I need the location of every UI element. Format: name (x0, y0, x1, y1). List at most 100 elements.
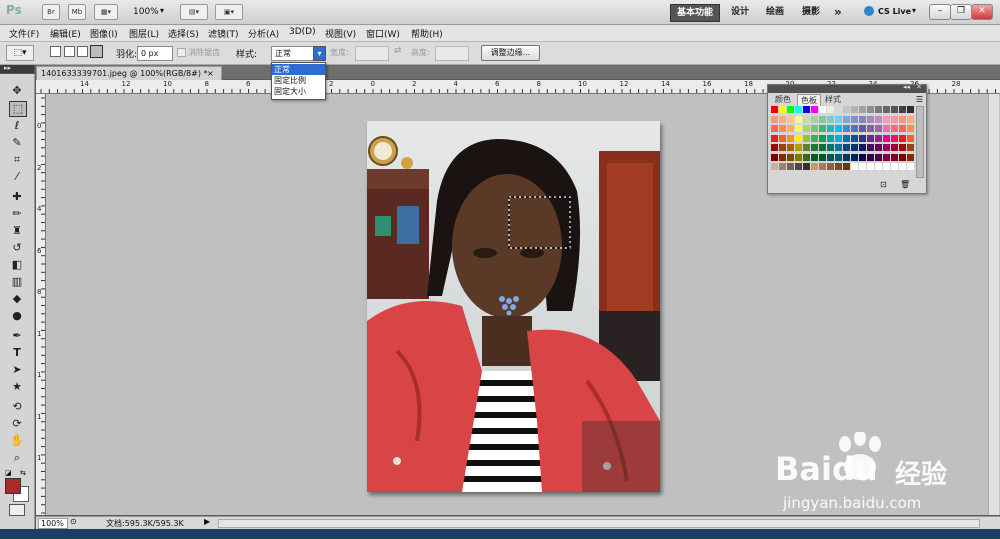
swatch[interactable] (883, 125, 890, 132)
status-zoom-input[interactable]: 100% (38, 518, 68, 529)
swatch[interactable] (811, 106, 818, 113)
document-image[interactable] (367, 121, 660, 492)
foreground-color-swatch[interactable] (5, 478, 21, 494)
swatch[interactable] (827, 153, 834, 161)
swatch[interactable] (843, 163, 850, 170)
swatch[interactable] (851, 144, 858, 151)
swatch[interactable] (827, 134, 834, 142)
swatch[interactable] (875, 115, 882, 123)
swatch[interactable] (835, 115, 842, 123)
menu-filter[interactable]: 滤镜(T) (208, 27, 239, 40)
style-option-fixed-size[interactable]: 固定大小 (272, 86, 325, 97)
swatch[interactable] (835, 153, 842, 161)
swatch[interactable] (851, 106, 858, 113)
swatch[interactable] (891, 106, 898, 113)
close-tab-icon[interactable]: × (207, 67, 214, 80)
menu-analysis[interactable]: 分析(A) (248, 27, 279, 40)
swatch[interactable] (883, 144, 890, 151)
quick-mask-icon[interactable] (9, 504, 25, 516)
swatch[interactable] (811, 163, 818, 170)
swatch[interactable] (779, 153, 786, 161)
swatch[interactable] (803, 115, 810, 123)
swatch[interactable] (787, 134, 794, 142)
swatch[interactable] (827, 163, 834, 170)
swatch[interactable] (867, 115, 874, 123)
swatch[interactable] (891, 144, 898, 151)
close-window-button[interactable]: ✕ (971, 4, 993, 20)
swatch[interactable] (819, 125, 826, 132)
swatch[interactable] (891, 125, 898, 132)
zoom-tool-icon[interactable]: ⌕ (9, 451, 25, 465)
swap-colors-icon[interactable]: ⇆ (20, 469, 26, 477)
default-colors-icon[interactable]: ◪ (5, 469, 12, 477)
swatch[interactable] (859, 144, 866, 151)
delete-swatch-icon[interactable]: 🗑 (900, 180, 910, 189)
swatch[interactable] (859, 153, 866, 161)
hand-tool-icon[interactable]: ✋ (9, 434, 25, 448)
status-menu-arrow-icon[interactable]: ▶ (204, 517, 210, 526)
swatch[interactable] (811, 153, 818, 161)
tab-color[interactable]: 颜色 (772, 94, 794, 105)
swatch[interactable] (803, 144, 810, 151)
width-input[interactable] (355, 46, 389, 61)
swatches-scrollbar[interactable] (916, 106, 924, 178)
swatch[interactable] (803, 125, 810, 132)
swatch[interactable] (771, 125, 778, 132)
swatch[interactable] (843, 115, 850, 123)
swatch[interactable] (843, 106, 850, 113)
lasso-tool-icon[interactable]: ℓ (9, 119, 25, 133)
swatch[interactable] (851, 125, 858, 132)
swatch[interactable] (891, 153, 898, 161)
swatch[interactable] (851, 115, 858, 123)
swatch[interactable] (835, 163, 842, 170)
swatch[interactable] (867, 153, 874, 161)
swatch[interactable] (851, 134, 858, 142)
swatch[interactable] (875, 125, 882, 132)
gradient-tool-icon[interactable]: ▥ (9, 275, 25, 289)
subtract-from-selection-icon[interactable] (77, 46, 88, 57)
arrange-documents-button[interactable]: ▤▾ (180, 4, 208, 20)
swatch[interactable] (907, 134, 914, 142)
height-input[interactable] (435, 46, 469, 61)
mini-bridge-button[interactable]: Mb (68, 4, 86, 20)
swatch[interactable] (803, 106, 810, 113)
add-to-selection-icon[interactable] (64, 46, 75, 57)
swatch[interactable] (891, 163, 898, 170)
cs-live-chevron-icon[interactable]: ▾ (912, 6, 916, 15)
swatch[interactable] (803, 153, 810, 161)
swatch[interactable] (795, 125, 802, 132)
swatch[interactable] (859, 106, 866, 113)
brush-tool-icon[interactable]: ✏ (9, 207, 25, 221)
swatch[interactable] (867, 163, 874, 170)
swatch[interactable] (899, 115, 906, 123)
toolbox-header[interactable]: ▸▸ (0, 64, 34, 73)
swatch[interactable] (779, 163, 786, 170)
menu-image[interactable]: 图像(I) (90, 27, 118, 40)
new-swatch-icon[interactable]: ⊡ (880, 180, 887, 189)
swatch[interactable] (771, 106, 778, 113)
antialias-checkbox[interactable] (177, 48, 186, 57)
swatch[interactable] (819, 134, 826, 142)
swatch[interactable] (899, 153, 906, 161)
swatch[interactable] (795, 106, 802, 113)
clone-stamp-tool-icon[interactable]: ♜ (9, 224, 25, 238)
dodge-tool-icon[interactable]: ● (9, 309, 25, 323)
swatch[interactable] (795, 144, 802, 151)
type-tool-icon[interactable]: T (9, 346, 25, 360)
swatch[interactable] (859, 163, 866, 170)
swatch[interactable] (811, 125, 818, 132)
swatch[interactable] (827, 125, 834, 132)
swatch[interactable] (771, 115, 778, 123)
new-selection-icon[interactable] (50, 46, 61, 57)
spot-healing-brush-icon[interactable]: ✚ (9, 190, 25, 204)
swatch[interactable] (811, 134, 818, 142)
swatch[interactable] (779, 134, 786, 142)
swatch[interactable] (835, 144, 842, 151)
swatch[interactable] (883, 153, 890, 161)
crop-tool-icon[interactable]: ⌗ (9, 153, 25, 167)
swatch[interactable] (899, 163, 906, 170)
vertical-ruler[interactable]: 0 2 4 6 8 1 1 1 1 (36, 94, 46, 515)
swatch[interactable] (907, 163, 914, 170)
menu-file[interactable]: 文件(F) (9, 27, 39, 40)
swatch[interactable] (907, 115, 914, 123)
